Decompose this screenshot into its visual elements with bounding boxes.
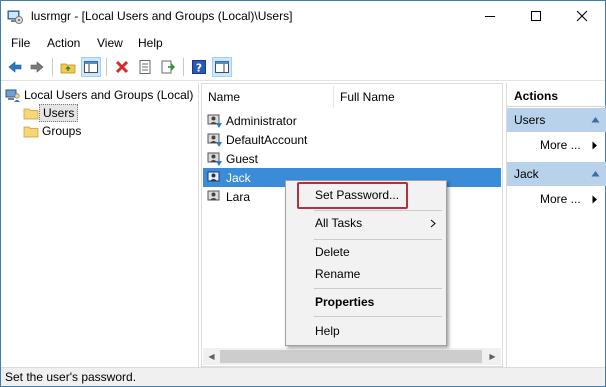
ctx-all-tasks-label: All Tasks <box>315 216 363 230</box>
show-hide-console-tree-button[interactable] <box>81 57 101 77</box>
list-row-defaultaccount[interactable]: DefaultAccount <box>203 130 501 149</box>
column-header-full-name[interactable]: Full Name <box>334 84 502 110</box>
back-button[interactable] <box>5 57 25 77</box>
delete-icon <box>115 60 129 74</box>
properties-button[interactable] <box>135 57 155 77</box>
status-text: Set the user's password. <box>5 370 137 384</box>
forward-button[interactable] <box>27 57 47 77</box>
ctx-properties[interactable]: Properties <box>288 291 444 313</box>
menu-view[interactable]: View <box>97 36 123 50</box>
tree-item-groups[interactable]: Groups <box>23 122 84 140</box>
scroll-right-icon[interactable]: ▶ <box>484 348 501 365</box>
scroll-left-icon[interactable]: ◀ <box>203 348 220 365</box>
tree-root-label: Local Users and Groups (Local) <box>24 88 194 102</box>
title-bar[interactable]: lusrmgr - [Local Users and Groups (Local… <box>1 1 605 32</box>
user-name: DefaultAccount <box>226 132 308 147</box>
help-icon: ? <box>192 60 206 75</box>
show-hide-tree-icon <box>84 61 98 73</box>
user-icon <box>207 114 222 128</box>
ctx-rename[interactable]: Rename <box>288 263 444 285</box>
list-row-administrator[interactable]: Administrator <box>203 111 501 130</box>
user-name: Administrator <box>226 113 297 128</box>
chevron-right-icon <box>592 195 597 204</box>
toolbar-separator <box>183 58 184 76</box>
user-icon <box>207 152 222 166</box>
menu-separator <box>314 288 442 289</box>
computer-management-icon <box>7 10 23 24</box>
maximize-button[interactable] <box>513 1 559 31</box>
export-list-button[interactable] <box>158 57 178 77</box>
tree-root-local-users-and-groups[interactable]: Local Users and Groups (Local) <box>5 86 196 104</box>
chevron-right-icon <box>592 141 597 150</box>
toolbar: ? <box>1 54 605 81</box>
user-icon <box>207 190 220 200</box>
collapse-up-icon <box>591 117 600 123</box>
actions-section-jack[interactable]: Jack <box>507 162 606 186</box>
folder-icon <box>23 108 39 120</box>
user-name: Lara <box>226 189 251 204</box>
collapse-up-icon <box>591 171 600 177</box>
up-one-level-button[interactable] <box>58 57 78 77</box>
user-name: Guest <box>226 151 259 166</box>
menu-separator <box>314 239 442 240</box>
status-bar: Set the user's password. <box>1 367 605 386</box>
close-button[interactable] <box>559 1 605 31</box>
section-title: Jack <box>514 167 539 181</box>
ctx-all-tasks[interactable]: All Tasks <box>288 212 444 234</box>
actions-header: Actions <box>507 85 606 107</box>
tree-item-label: Groups <box>42 124 82 138</box>
actions-more-users[interactable]: More ... <box>507 133 606 157</box>
properties-icon <box>139 60 151 74</box>
up-folder-icon <box>60 63 76 74</box>
toolbar-separator <box>52 58 53 76</box>
delete-button[interactable] <box>112 57 132 77</box>
forward-icon <box>30 61 44 73</box>
window-title: lusrmgr - [Local Users and Groups (Local… <box>31 9 293 23</box>
minimize-icon <box>485 16 495 17</box>
menu-separator <box>314 316 442 317</box>
maximize-icon <box>531 11 541 21</box>
tree-item-users[interactable]: Users <box>23 104 79 122</box>
close-icon <box>576 10 588 22</box>
user-name: Jack <box>226 170 251 185</box>
action-label: More ... <box>540 138 581 152</box>
submenu-arrow-icon <box>430 219 436 228</box>
actions-more-jack[interactable]: More ... <box>507 187 606 211</box>
menu-file[interactable]: File <box>11 36 30 50</box>
export-icon <box>161 60 175 74</box>
svg-text:?: ? <box>196 62 202 75</box>
list-row-guest[interactable]: Guest <box>203 149 501 168</box>
ctx-help[interactable]: Help <box>288 320 444 342</box>
menu-bar: File Action View Help <box>1 32 605 54</box>
user-icon <box>207 171 220 181</box>
actions-section-users[interactable]: Users <box>507 108 606 132</box>
column-header-name[interactable]: Name <box>202 84 333 110</box>
horizontal-scrollbar[interactable]: ◀ ▶ <box>203 348 501 365</box>
user-icon <box>207 133 222 147</box>
back-icon <box>8 61 22 73</box>
actions-pane: Actions Users More ... Jack More ... <box>506 83 606 367</box>
highlight-box <box>297 182 408 209</box>
folder-icon <box>23 126 39 138</box>
show-hide-action-pane-icon <box>215 61 229 73</box>
show-hide-action-pane-button[interactable] <box>212 57 232 77</box>
menu-separator <box>314 210 442 211</box>
menu-action[interactable]: Action <box>47 36 80 50</box>
action-label: More ... <box>540 192 581 206</box>
minimize-button[interactable] <box>467 1 513 31</box>
section-title: Users <box>514 113 546 127</box>
ctx-delete[interactable]: Delete <box>288 241 444 263</box>
help-button[interactable]: ? <box>189 57 209 77</box>
console-tree: Local Users and Groups (Local) Users Gro… <box>1 83 199 367</box>
menu-help[interactable]: Help <box>138 36 163 50</box>
scrollbar-thumb[interactable] <box>220 350 482 363</box>
users-groups-icon <box>5 89 20 102</box>
tree-item-label: Users <box>39 104 79 122</box>
toolbar-separator <box>106 58 107 76</box>
